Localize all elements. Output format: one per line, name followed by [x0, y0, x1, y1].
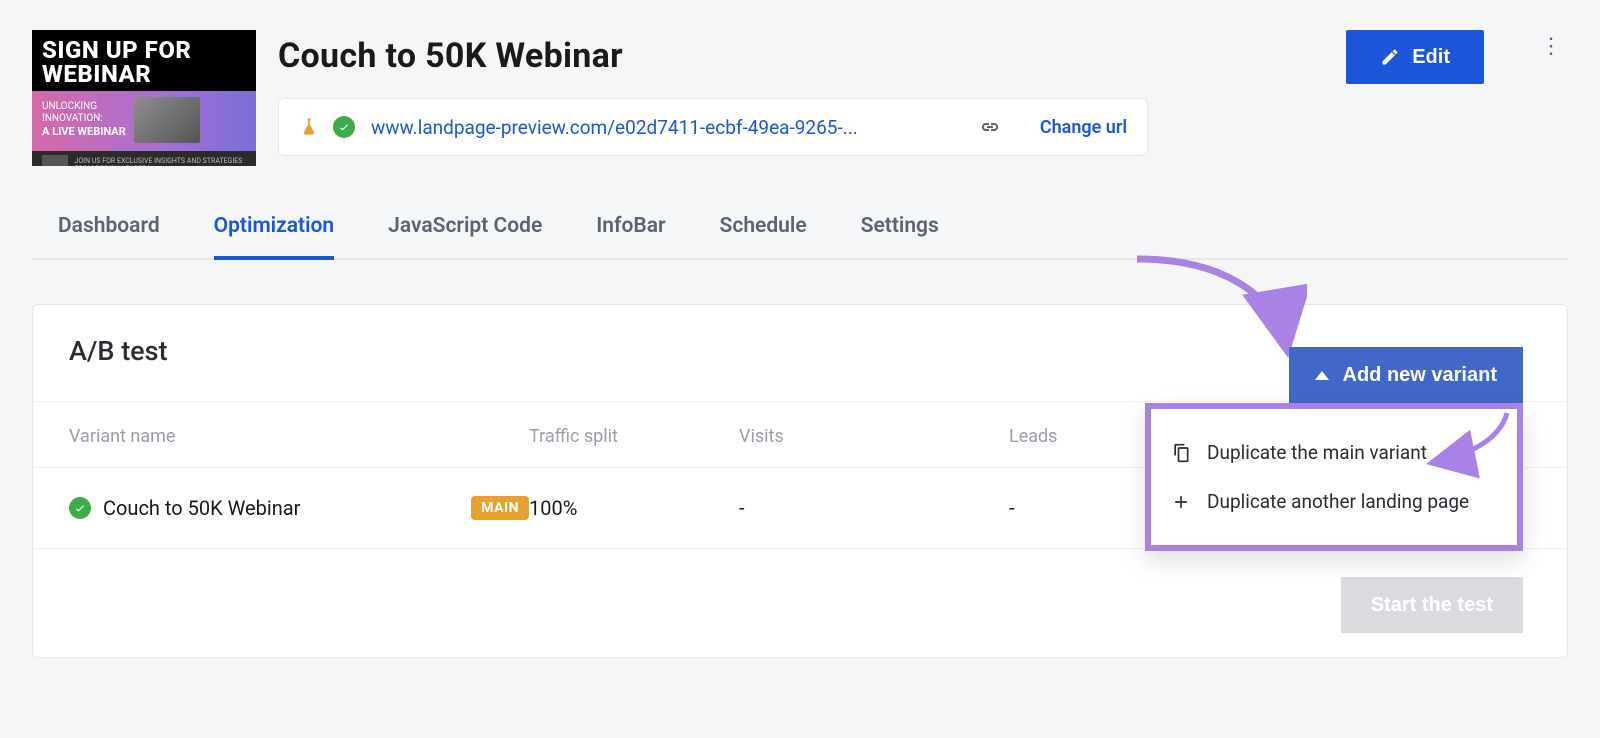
start-test-button[interactable]: Start the test: [1341, 577, 1523, 633]
main-badge: MAIN: [471, 496, 529, 520]
thumb-mini-image: [42, 155, 68, 166]
col-variant-name: Variant name: [69, 426, 529, 447]
thumb-mid-text: UNLOCKING INNOVATION: A LIVE WEBINAR: [42, 101, 126, 138]
preview-url[interactable]: www.landpage-preview.com/e02d7411-ecbf-4…: [371, 116, 964, 139]
edit-button-label: Edit: [1412, 46, 1450, 69]
thumb-line2: WEBINAR: [42, 60, 151, 88]
dropdown-duplicate-main-label: Duplicate the main variant: [1207, 441, 1427, 464]
pencil-icon: [1380, 47, 1400, 67]
tab-javascript[interactable]: JavaScript Code: [388, 202, 542, 258]
dropdown-duplicate-main[interactable]: Duplicate the main variant: [1169, 431, 1499, 474]
thumb-caption: JOIN US FOR EXCLUSIVE INSIGHTS AND STRAT…: [74, 157, 246, 166]
status-check-icon: [333, 116, 355, 138]
caret-up-icon: [1315, 371, 1329, 380]
change-url-link[interactable]: Change url: [1040, 117, 1127, 138]
abtest-card: A/B test Add new variant Duplicate the m…: [32, 304, 1568, 658]
add-variant-dropdown: Duplicate the main variant Duplicate ano…: [1145, 403, 1523, 551]
page-title: Couch to 50K Webinar: [278, 36, 1324, 76]
abtest-title: A/B test: [69, 335, 168, 367]
dropdown-duplicate-other-label: Duplicate another landing page: [1207, 490, 1469, 513]
row-traffic-split: 100%: [529, 496, 739, 520]
tab-infobar[interactable]: InfoBar: [596, 202, 665, 258]
dropdown-duplicate-other[interactable]: Duplicate another landing page: [1169, 480, 1499, 523]
url-card: www.landpage-preview.com/e02d7411-ecbf-4…: [278, 98, 1148, 156]
add-variant-button[interactable]: Add new variant: [1289, 347, 1523, 403]
plus-icon: [1171, 492, 1191, 512]
page-header: SIGN UP FOR WEBINAR UNLOCKING INNOVATION…: [32, 30, 1568, 166]
tab-dashboard[interactable]: Dashboard: [58, 202, 160, 258]
col-traffic-split: Traffic split: [529, 426, 739, 447]
copy-icon: [1171, 443, 1191, 463]
row-visits: -: [739, 496, 1009, 520]
more-menu-icon[interactable]: ⋮: [1534, 30, 1568, 63]
flask-icon: [299, 117, 319, 137]
tab-optimization[interactable]: Optimization: [214, 202, 335, 260]
add-variant-label: Add new variant: [1343, 364, 1497, 387]
edit-button[interactable]: Edit: [1346, 30, 1484, 84]
row-variant-name: Couch to 50K Webinar: [103, 496, 300, 520]
tab-settings[interactable]: Settings: [861, 202, 939, 258]
thumb-person-image: [134, 97, 200, 143]
landing-page-thumbnail[interactable]: SIGN UP FOR WEBINAR UNLOCKING INNOVATION…: [32, 30, 256, 166]
tab-schedule[interactable]: Schedule: [720, 202, 807, 258]
row-status-check-icon: [69, 497, 91, 519]
link-icon[interactable]: [978, 115, 1002, 139]
col-visits: Visits: [739, 426, 1009, 447]
tabs: Dashboard Optimization JavaScript Code I…: [32, 202, 1568, 260]
